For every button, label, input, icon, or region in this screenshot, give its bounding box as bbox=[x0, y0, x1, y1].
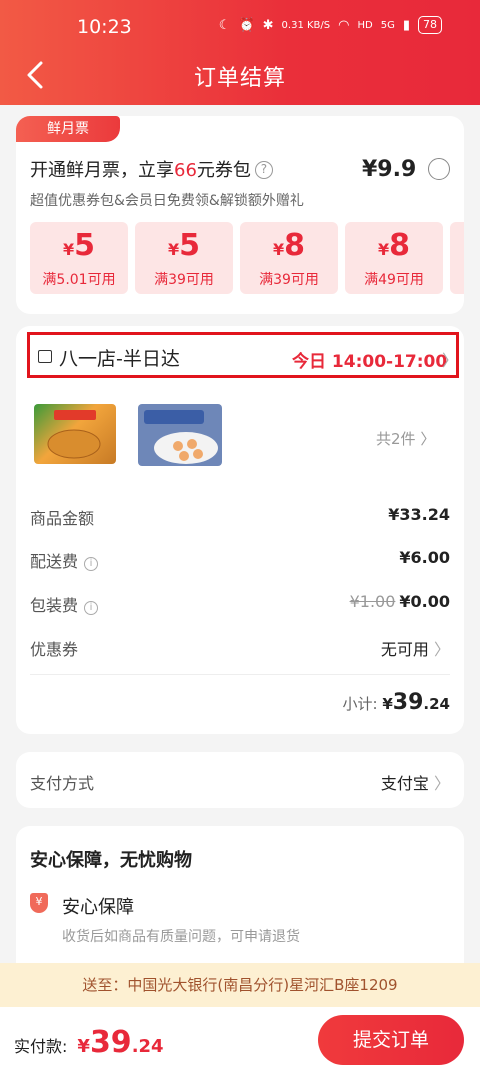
guarantee-item-name: 安心保障 bbox=[62, 897, 134, 918]
membership-tag: 鲜月票 bbox=[16, 116, 120, 142]
coupon-pack-value: 66 bbox=[174, 160, 197, 181]
membership-card: 鲜月票 开通鲜月票，立享66元券包? ¥9.9 超值优惠券包&会员日免费领&解锁… bbox=[16, 116, 464, 314]
delivery-time: 今日 14:00-17:00 bbox=[292, 352, 448, 372]
coupon-card: ¥5 满5.01可用 bbox=[30, 222, 128, 294]
membership-subtitle: 超值优惠券包&会员日免费领&解锁额外赠礼 bbox=[30, 193, 304, 209]
network-speed: 0.31 KB/S bbox=[281, 19, 331, 31]
checkout-bar: 实付款: ¥39.24 提交订单 bbox=[0, 1007, 480, 1072]
total-payment: 实付款: ¥39.24 bbox=[14, 1025, 164, 1060]
wifi-icon: ◠ bbox=[338, 17, 350, 33]
divider bbox=[30, 674, 450, 675]
coupon-card: ¥5 满39可用 bbox=[135, 222, 233, 294]
signal-label: 5G bbox=[380, 19, 395, 31]
info-icon[interactable]: i bbox=[84, 601, 99, 615]
membership-title: 开通鲜月票，立享66元券包? bbox=[30, 156, 273, 182]
chevron-right-icon: 〉 bbox=[433, 774, 450, 793]
product-count[interactable]: 共2件 〉 bbox=[376, 428, 435, 449]
order-card bbox=[16, 326, 464, 734]
membership-price: ¥9.9 bbox=[362, 157, 417, 182]
status-icons: ☾ ⏰ ✱ 0.31 KB/S ◠ HD 5G ▮ 78 bbox=[219, 16, 442, 34]
alarm-icon: ⏰ bbox=[238, 17, 255, 33]
status-time: 10:23 bbox=[77, 16, 132, 38]
store-delivery-row[interactable]: 八一店-半日达 今日 14:00-17:00 〉 bbox=[27, 332, 459, 378]
store-name: 八一店-半日达 bbox=[59, 348, 180, 370]
bluetooth-icon: ✱ bbox=[262, 17, 274, 33]
store-icon bbox=[38, 350, 52, 363]
coupon-card: ¥8 满39可用 bbox=[240, 222, 338, 294]
subtotal: 小计: ¥39.24 bbox=[342, 690, 450, 715]
submit-order-button[interactable]: 提交订单 bbox=[318, 1015, 464, 1065]
packing-fee-value: ¥1.00 ¥0.00 bbox=[349, 592, 450, 611]
guarantee-card: 安心保障，无忧购物 ¥ 安心保障 收货后如商品有质量问题，可申请退货 bbox=[16, 826, 464, 976]
coupon-value: 无可用 〉 bbox=[380, 640, 450, 659]
page-title: 订单结算 bbox=[193, 66, 286, 91]
payment-method-value: 支付宝 〉 bbox=[380, 774, 450, 793]
chevron-right-icon: 〉 bbox=[442, 351, 459, 370]
delivery-fee-value: ¥6.00 bbox=[399, 548, 450, 567]
guarantee-title: 安心保障，无忧购物 bbox=[30, 850, 192, 871]
coupon-card-partial bbox=[450, 222, 464, 294]
battery-indicator: 78 bbox=[418, 16, 442, 34]
guarantee-item-desc: 收货后如商品有质量问题，可申请退货 bbox=[62, 929, 300, 945]
help-icon[interactable]: ? bbox=[254, 161, 273, 179]
packing-fee-original: ¥1.00 bbox=[349, 592, 396, 611]
moon-icon: ☾ bbox=[218, 17, 231, 33]
delivery-address-bar[interactable]: 送至：中国光大银行(南昌分行)星河汇B座1209 bbox=[0, 963, 480, 1007]
header-bar: 10:23 ☾ ⏰ ✱ 0.31 KB/S ◠ HD 5G ▮ 78 订单结算 bbox=[0, 0, 480, 105]
shield-icon: ¥ bbox=[30, 893, 48, 913]
info-icon[interactable]: i bbox=[84, 557, 99, 571]
product-image-crispy-chicken[interactable] bbox=[34, 404, 116, 464]
signal-icon: ▮ bbox=[402, 17, 410, 33]
goods-amount-value: ¥33.24 bbox=[388, 505, 450, 524]
chevron-right-icon: 〉 bbox=[433, 640, 450, 659]
coupon-list[interactable]: ¥5 满5.01可用 ¥5 满39可用 ¥8 满39可用 ¥8 满49可用 bbox=[30, 222, 464, 294]
hd-badge: HD bbox=[357, 19, 373, 31]
product-image-seafood[interactable] bbox=[138, 404, 222, 466]
payment-method-row[interactable]: 支付方式 支付宝 〉 bbox=[16, 752, 464, 808]
coupon-card: ¥8 满49可用 bbox=[345, 222, 443, 294]
membership-select-radio[interactable] bbox=[428, 158, 450, 180]
status-bar: 10:23 ☾ ⏰ ✱ 0.31 KB/S ◠ HD 5G ▮ 78 bbox=[0, 0, 480, 54]
